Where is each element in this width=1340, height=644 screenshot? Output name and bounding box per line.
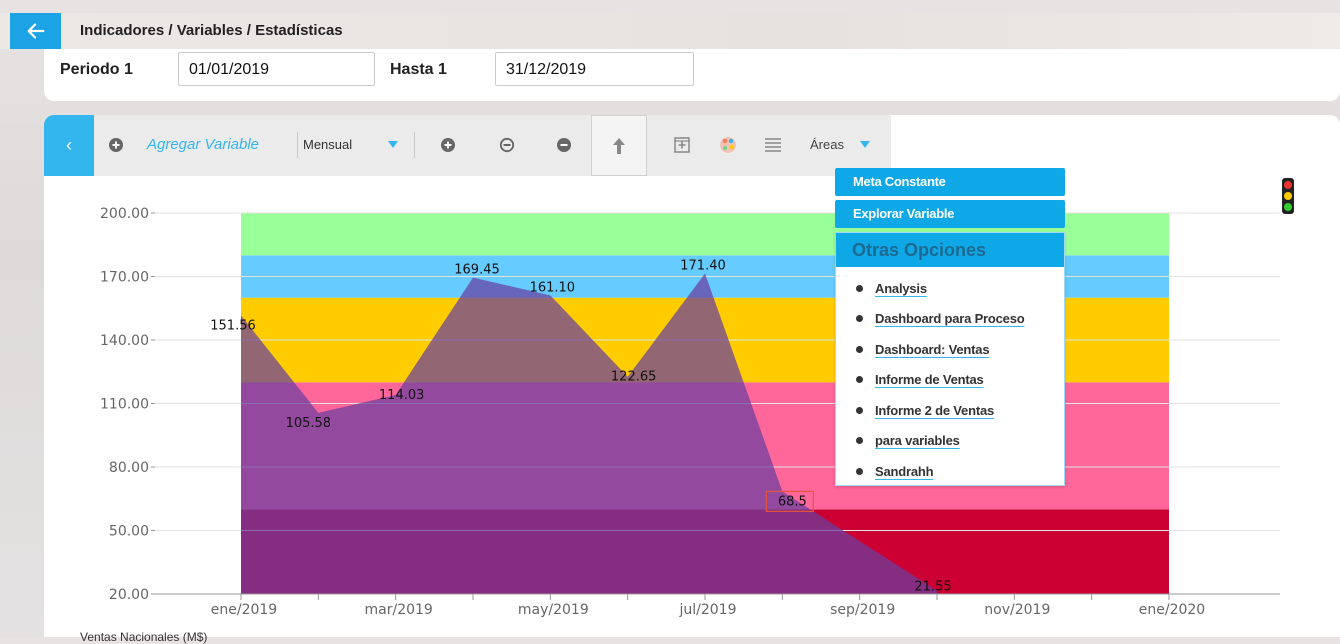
bullet-icon <box>856 345 863 353</box>
x-tick-label: mar/2019 <box>365 602 433 618</box>
bullet-icon <box>856 406 863 414</box>
x-tick-label: jul/2019 <box>679 602 737 618</box>
x-tick-label: ene/2020 <box>1139 602 1205 618</box>
y-axis: 200.00 170.00 140.00 110.00 80.00 50.00 20.00 <box>100 206 155 603</box>
area-chart: 200.00170.00140.00110.0080.0050.0020.00 … <box>100 206 1280 618</box>
explorar-variable-button[interactable]: Explorar Variable <box>835 200 1065 228</box>
data-label: 21.55 <box>914 580 951 595</box>
data-label: 114.03 <box>379 388 425 403</box>
otras-opciones-menu: Otras Opciones Analysis Dashboard para Pr… <box>835 232 1065 486</box>
data-label: 122.65 <box>611 370 657 385</box>
otras-opciones-link[interactable]: Analysis <box>875 281 927 296</box>
x-tick-label: may/2019 <box>518 602 589 618</box>
bullet-icon <box>856 284 863 292</box>
otras-opciones-link[interactable]: para variables <box>875 433 960 448</box>
otras-opciones-list: Analysis Dashboard para Proceso Dashboard:… <box>836 267 1064 487</box>
y-tick-label: 110.00 <box>100 397 149 413</box>
otras-opciones-link[interactable]: Informe 2 de Ventas <box>875 403 994 418</box>
data-label: 169.45 <box>454 263 500 278</box>
y-tick-label: 200.00 <box>100 206 149 222</box>
data-label: 171.40 <box>680 259 726 274</box>
y-tick-label: 140.00 <box>100 333 149 349</box>
otras-opciones-item[interactable]: Informe de Ventas <box>836 365 1064 396</box>
otras-opciones-link[interactable]: Sandrahh <box>875 464 934 479</box>
otras-opciones-item[interactable]: para variables <box>836 426 1064 457</box>
x-axis: ene/2019 mar/2019 may/2019 jul/2019 sep/2019… <box>155 593 1280 618</box>
otras-opciones-link[interactable]: Informe de Ventas <box>875 372 984 387</box>
bullet-icon <box>856 315 863 323</box>
y-tick-label: 80.00 <box>109 460 149 476</box>
otras-opciones-item[interactable]: Sandrahh <box>836 456 1064 487</box>
x-tick-label: nov/2019 <box>984 602 1050 618</box>
data-label: 68.5 <box>778 494 807 509</box>
otras-opciones-link[interactable]: Dashboard: Ventas <box>875 342 990 357</box>
data-label: 161.10 <box>530 280 576 295</box>
y-tick-label: 50.00 <box>109 524 149 540</box>
otras-opciones-item[interactable]: Dashboard: Ventas <box>836 334 1064 365</box>
bullet-icon <box>856 467 863 475</box>
data-label: 151.56 <box>210 319 256 334</box>
otras-opciones-title: Otras Opciones <box>836 233 1064 267</box>
meta-constante-button[interactable]: Meta Constante <box>835 168 1065 196</box>
y-tick-label: 20.00 <box>109 587 149 603</box>
x-tick-label: sep/2019 <box>830 602 895 618</box>
legend-label: Ventas Nacionales (M$) <box>80 630 208 644</box>
y-tick-label: 170.00 <box>100 270 149 286</box>
otras-opciones-item[interactable]: Dashboard para Proceso <box>836 304 1064 335</box>
chart-legend[interactable]: Ventas Nacionales (M$) <box>80 630 207 644</box>
data-label: 105.58 <box>286 416 332 431</box>
otras-opciones-item[interactable]: Informe 2 de Ventas <box>836 395 1064 426</box>
otras-opciones-link[interactable]: Dashboard para Proceso <box>875 311 1025 326</box>
x-tick-label: ene/2019 <box>211 602 277 618</box>
otras-opciones-item[interactable]: Analysis <box>836 273 1064 304</box>
bullet-icon <box>856 437 863 445</box>
bullet-icon <box>856 376 863 384</box>
